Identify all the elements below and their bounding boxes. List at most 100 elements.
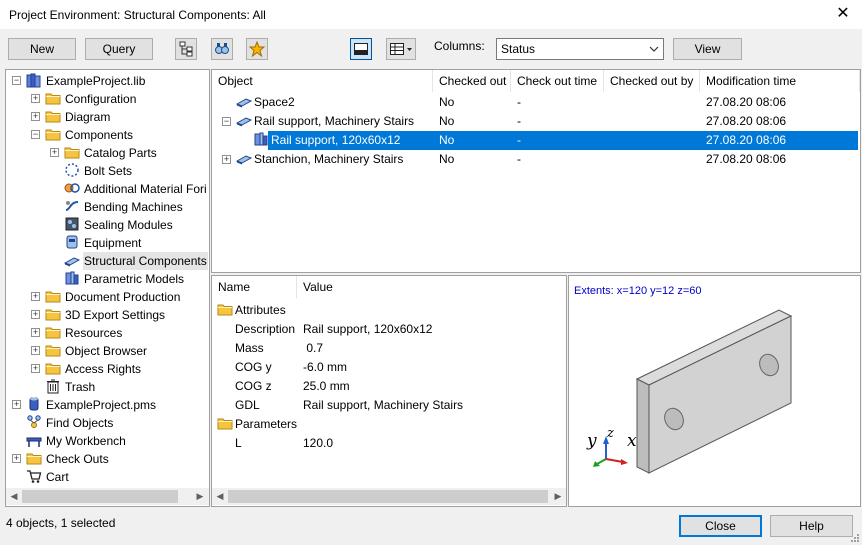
grid-cell-checked-out: No — [439, 150, 454, 169]
tree-item[interactable]: Cart — [26, 468, 70, 486]
tree-item[interactable]: Document Production — [45, 288, 181, 306]
table-row[interactable]: Rail support, 120x60x12 No - 27.08.20 08:06 — [212, 131, 860, 150]
folder-icon — [45, 288, 61, 304]
axis-y-label: y — [587, 431, 597, 451]
expand-icon[interactable]: + — [31, 292, 40, 301]
tree-item[interactable]: Equipment — [64, 234, 142, 252]
preview-layout-button[interactable] — [350, 38, 372, 60]
expand-icon[interactable]: + — [31, 364, 40, 373]
favorites-button[interactable] — [246, 38, 268, 60]
expand-icon[interactable]: + — [50, 148, 59, 157]
structural-component-icon — [63, 252, 81, 268]
grid-cell-modification-time: 27.08.20 08:06 — [706, 112, 786, 131]
tree-item[interactable]: Bolt Sets — [64, 162, 133, 180]
expand-icon[interactable]: + — [222, 155, 231, 164]
help-button[interactable]: Help — [770, 515, 853, 537]
expand-icon[interactable]: + — [31, 112, 40, 121]
tree-item[interactable]: Parametric Models — [64, 270, 185, 288]
tree-item-label: Bolt Sets — [84, 164, 133, 178]
folder-icon — [45, 306, 61, 322]
grid-column-header[interactable]: Object — [212, 70, 433, 92]
grid-column-header[interactable]: Modification time — [700, 70, 860, 92]
tree-item[interactable]: Resources — [45, 324, 123, 342]
scroll-left-icon[interactable]: ◀ — [214, 490, 226, 503]
collapse-icon[interactable]: − — [31, 130, 40, 139]
hierarchy-view-button[interactable] — [175, 38, 197, 60]
columns-select-value: Status — [501, 42, 536, 56]
object-grid[interactable]: Object Checked out Check out time Checked o… — [211, 69, 861, 273]
properties-horizontal-scrollbar[interactable]: ◀ ▶ — [212, 488, 566, 505]
tree-item[interactable]: Structural Components — [63, 252, 208, 270]
tree-item[interactable]: Additional Material Fori — [64, 180, 208, 198]
expand-icon[interactable]: + — [31, 328, 40, 337]
table-row[interactable]: − Rail support, Machinery Stairs No - 27.08.… — [212, 112, 860, 131]
find-button[interactable] — [211, 38, 233, 60]
tree-item[interactable]: Object Browser — [45, 342, 148, 360]
tree-item-label: Resources — [65, 326, 123, 340]
navigation-tree[interactable]: − ExampleProject.lib + Configuration + Diagra… — [5, 69, 210, 507]
scroll-left-icon[interactable]: ◀ — [8, 490, 20, 503]
close-button[interactable]: Close — [679, 515, 762, 537]
bending-machine-icon — [64, 198, 80, 214]
expand-icon[interactable]: + — [31, 94, 40, 103]
tree-item-label: Object Browser — [65, 344, 148, 358]
property-group[interactable]: Parameters — [217, 415, 297, 434]
tree-item[interactable]: Check Outs — [26, 450, 110, 468]
query-button[interactable]: Query — [85, 38, 153, 60]
columns-select[interactable]: Status — [496, 38, 664, 60]
scrollbar-thumb[interactable] — [228, 490, 548, 503]
expand-icon[interactable]: + — [12, 454, 21, 463]
tree-item[interactable]: Bending Machines — [64, 198, 184, 216]
expand-icon[interactable]: + — [31, 346, 40, 355]
grid-cell-object: Space2 — [235, 93, 295, 112]
tree-item[interactable]: Components — [45, 126, 134, 144]
properties-panel[interactable]: Name Value Attributes Description Rail sup… — [211, 275, 567, 507]
collapse-icon[interactable]: − — [12, 76, 21, 85]
expand-icon[interactable]: + — [31, 310, 40, 319]
scroll-right-icon[interactable]: ▶ — [194, 490, 206, 503]
grid-cell-text: - — [517, 114, 521, 128]
tree-item[interactable]: Find Objects — [26, 414, 114, 432]
scroll-right-icon[interactable]: ▶ — [552, 490, 564, 503]
workbench-icon — [26, 432, 42, 448]
tree-item-label: Document Production — [65, 290, 181, 304]
new-button[interactable]: New — [8, 38, 76, 60]
table-row[interactable]: + Stanchion, Machinery Stairs No - 27.08.20 … — [212, 150, 860, 169]
property-group[interactable]: Attributes — [217, 301, 286, 320]
view-button[interactable]: View — [673, 38, 742, 60]
tree-item[interactable]: Configuration — [45, 90, 137, 108]
grid-cell-text: Stanchion, Machinery Stairs — [254, 152, 404, 166]
plate-icon — [235, 112, 253, 128]
tree-item[interactable]: 3D Export Settings — [45, 306, 166, 324]
tree-item[interactable]: Access Rights — [45, 360, 142, 378]
grid-cell-modification-time: 27.08.20 08:06 — [706, 131, 786, 150]
grid-column-header[interactable]: Checked out — [433, 70, 511, 92]
tree-item[interactable]: Sealing Modules — [64, 216, 174, 234]
table-row[interactable]: Space2 No - 27.08.20 08:06 — [212, 93, 860, 112]
preview-panel[interactable]: Extents: x=120 y=12 z=60 y z x — [568, 275, 861, 507]
tree-item[interactable]: My Workbench — [26, 432, 127, 450]
list-layout-dropdown-button[interactable] — [386, 38, 416, 60]
resize-grip-icon[interactable] — [848, 533, 860, 545]
tree-item[interactable]: ExampleProject.pms — [26, 396, 157, 414]
plate-icon — [235, 150, 253, 166]
window-close-button[interactable]: ✕ — [832, 3, 854, 25]
properties-col-value[interactable]: Value — [297, 276, 497, 298]
tree-item[interactable]: Diagram — [45, 108, 111, 126]
grid-column-header[interactable]: Checked out by — [604, 70, 700, 92]
expand-icon[interactable]: + — [12, 400, 21, 409]
scrollbar-thumb[interactable] — [22, 490, 178, 503]
tree-item[interactable]: ExampleProject.lib — [26, 72, 146, 90]
tree-item-label: My Workbench — [46, 434, 126, 448]
property-value: -6.0 mm — [303, 360, 348, 374]
tree-horizontal-scrollbar[interactable]: ◀ ▶ — [6, 488, 209, 505]
grid-cell-text: Rail support, 120x60x12 — [271, 133, 401, 147]
part-3d-preview — [593, 309, 793, 474]
grid-cell-text: 27.08.20 08:06 — [706, 95, 787, 109]
folder-icon — [45, 360, 61, 376]
tree-item[interactable]: Catalog Parts — [64, 144, 158, 162]
properties-col-name[interactable]: Name — [212, 276, 297, 298]
collapse-icon[interactable]: − — [222, 117, 231, 126]
tree-item[interactable]: Trash — [45, 378, 96, 396]
grid-column-header[interactable]: Check out time — [511, 70, 604, 92]
